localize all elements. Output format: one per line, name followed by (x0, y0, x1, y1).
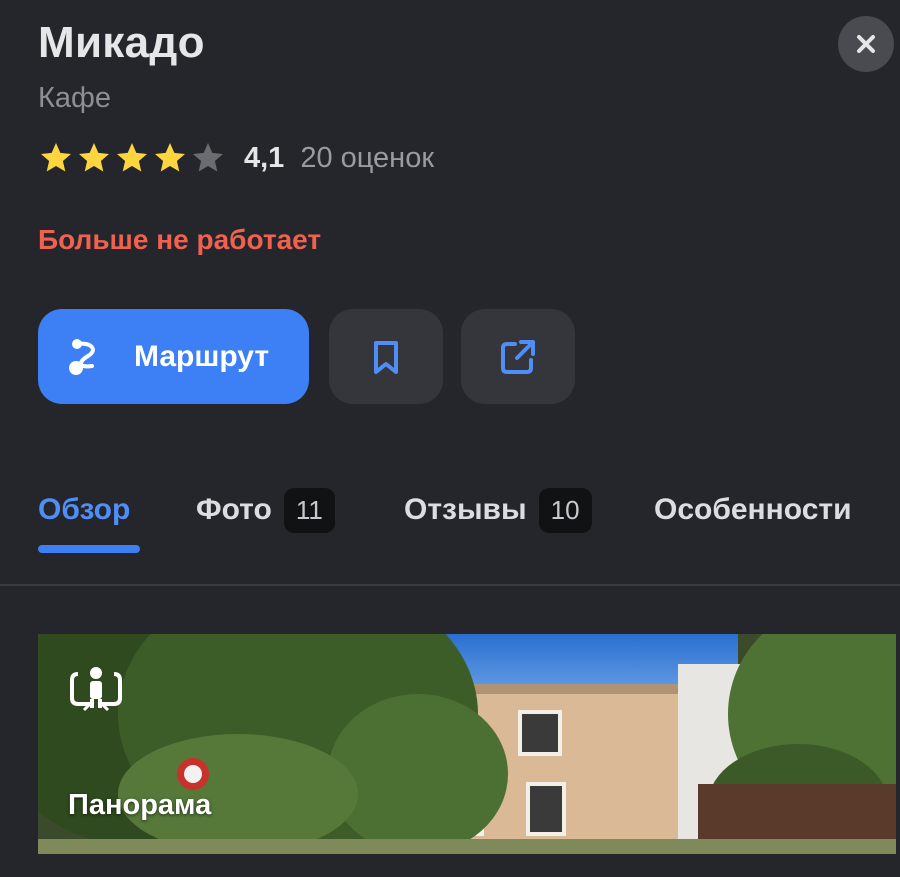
place-category: Кафе (38, 82, 112, 114)
route-icon (69, 338, 95, 375)
share-icon (501, 339, 535, 374)
bookmark-icon (374, 340, 398, 374)
tab-photos[interactable]: Фото 11 (196, 480, 335, 540)
star-filled-icon (79, 143, 109, 172)
divider (0, 584, 900, 586)
panorama-preview[interactable]: Панорама (38, 634, 896, 854)
count-badge: 10 (538, 487, 592, 533)
bookmark-button[interactable] (329, 309, 443, 404)
route-label: Маршрут (134, 339, 270, 373)
place-title: Микадо (38, 18, 205, 67)
active-tab-indicator (38, 545, 140, 553)
star-filled-icon (41, 143, 71, 172)
rating-count[interactable]: 20 оценок (300, 142, 434, 175)
panorama-person-icon (70, 667, 122, 712)
tab-overview[interactable]: Обзор (38, 480, 130, 540)
tab-label: Особенности (654, 493, 852, 526)
star-filled-icon (155, 143, 185, 172)
closed-status: Больше не работает (38, 224, 322, 255)
rating-value: 4,1 (244, 141, 285, 174)
star-empty-icon (193, 143, 223, 172)
route-button[interactable]: Маршрут (38, 309, 309, 404)
close-icon (857, 35, 875, 53)
tab-features[interactable]: Особенности (654, 480, 852, 540)
tab-label: Обзор (38, 493, 131, 526)
star-filled-icon (117, 143, 147, 172)
panorama-label: Панорама (68, 789, 212, 821)
share-button[interactable] (461, 309, 575, 404)
tab-label: Отзывы (404, 493, 527, 526)
close-button[interactable] (838, 16, 894, 72)
count-badge: 11 (283, 487, 335, 533)
tab-label: Фото (196, 493, 272, 526)
rating-stars (38, 140, 226, 176)
tab-reviews[interactable]: Отзывы 10 (404, 480, 592, 540)
rating-row[interactable]: 4,1 20 оценок (38, 138, 434, 178)
